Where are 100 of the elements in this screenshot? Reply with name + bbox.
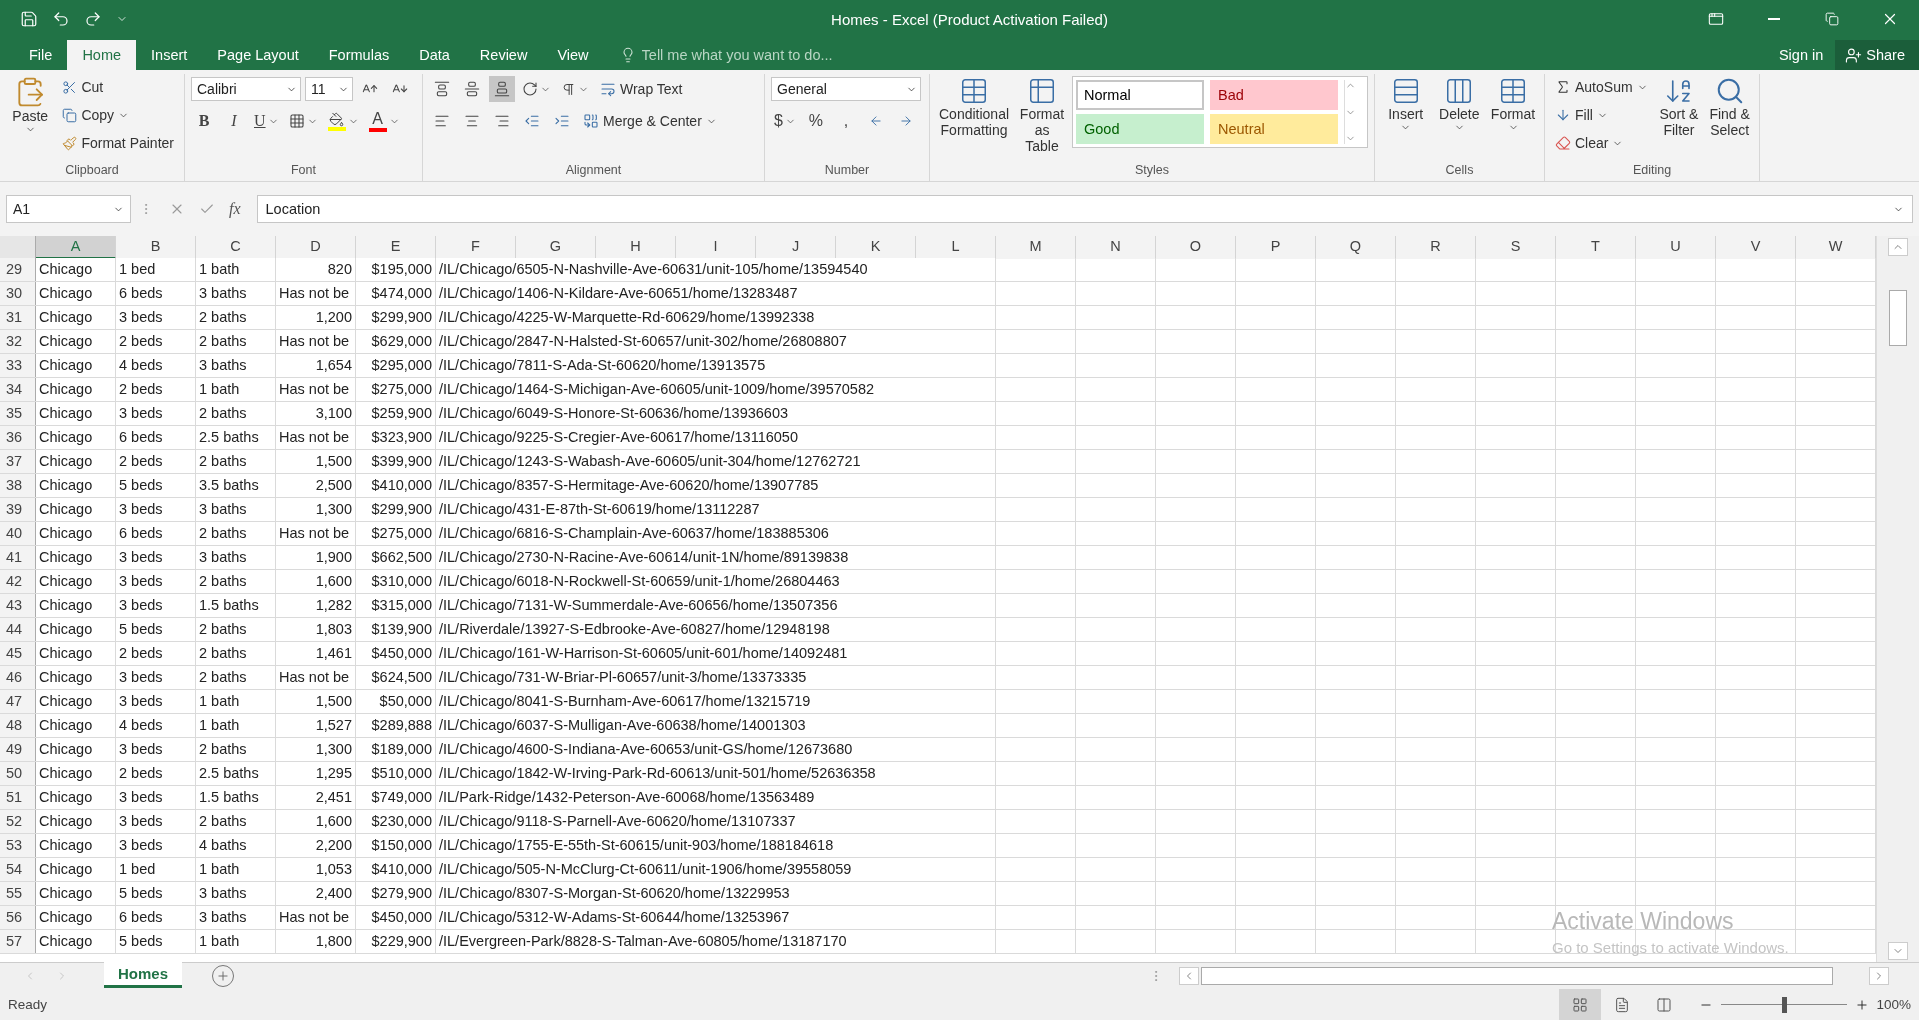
sort-filter-button[interactable]: Sort & Filter	[1655, 74, 1703, 141]
cells-button[interactable]: Format	[1488, 74, 1538, 136]
select-all-button[interactable]	[0, 236, 36, 259]
row-header[interactable]: 34	[0, 378, 36, 401]
comma-button[interactable]: ,	[832, 108, 859, 134]
column-header[interactable]: U	[1636, 236, 1716, 259]
cell-style-option[interactable]: Neutral	[1210, 114, 1338, 144]
cell-style-option[interactable]: Good	[1076, 114, 1204, 144]
row-header[interactable]: 53	[0, 834, 36, 857]
cut-button[interactable]: Cut	[58, 74, 178, 100]
bottom-align-button[interactable]	[489, 76, 515, 102]
scroll-down-button[interactable]	[1888, 942, 1908, 960]
column-header[interactable]: E	[356, 236, 436, 259]
cell-style-option[interactable]: Normal	[1076, 80, 1204, 110]
row-header[interactable]: 39	[0, 498, 36, 521]
cells-button[interactable]: Delete	[1434, 74, 1484, 136]
copy-button[interactable]: Copy	[58, 102, 178, 128]
ribbon-tab[interactable]: Home	[67, 40, 137, 70]
row-header[interactable]: 40	[0, 522, 36, 545]
row-header[interactable]: 43	[0, 594, 36, 617]
row-header[interactable]: 29	[0, 258, 36, 281]
ribbon-tab[interactable]: Review	[464, 40, 543, 70]
wrap-text-button[interactable]: Wrap Text	[596, 76, 687, 102]
ribbon-tab[interactable]: Page Layout	[202, 40, 314, 70]
sign-in-link[interactable]: Sign in	[1766, 40, 1836, 70]
underline-button[interactable]: U	[251, 108, 282, 134]
row-header[interactable]: 36	[0, 426, 36, 449]
currency-button[interactable]: $	[771, 108, 799, 134]
column-header[interactable]: O	[1156, 236, 1236, 259]
column-header[interactable]: R	[1396, 236, 1476, 259]
merge-center-button[interactable]: Merge & Center	[579, 108, 721, 134]
normal-view-button[interactable]	[1559, 989, 1601, 1020]
font-color-button[interactable]: A	[365, 108, 403, 134]
row-header[interactable]: 44	[0, 618, 36, 641]
row-header[interactable]: 32	[0, 330, 36, 353]
clear-button[interactable]: Clear	[1551, 130, 1652, 156]
row-header[interactable]: 55	[0, 882, 36, 905]
row-header[interactable]: 50	[0, 762, 36, 785]
italic-button[interactable]: I	[221, 108, 247, 134]
insert-function-button[interactable]: fx	[229, 200, 241, 218]
paste-button[interactable]: Paste	[6, 74, 55, 138]
column-header[interactable]: F	[436, 236, 516, 259]
zoom-thumb[interactable]	[1782, 996, 1787, 1013]
column-header[interactable]: L	[916, 236, 996, 259]
column-header[interactable]: G	[516, 236, 596, 259]
row-header[interactable]: 52	[0, 810, 36, 833]
row-header[interactable]: 46	[0, 666, 36, 689]
column-header[interactable]: V	[1716, 236, 1796, 259]
column-header[interactable]: B	[116, 236, 196, 259]
scroll-thumb[interactable]	[1889, 290, 1907, 346]
column-header[interactable]: W	[1796, 236, 1876, 259]
format-painter-button[interactable]: Format Painter	[58, 130, 178, 156]
percent-button[interactable]: %	[802, 108, 829, 134]
row-header[interactable]: 56	[0, 906, 36, 929]
scroll-thumb[interactable]	[1201, 967, 1833, 985]
zoom-in-icon[interactable]	[1855, 997, 1869, 1012]
redo-icon[interactable]	[84, 10, 102, 28]
column-header[interactable]: P	[1236, 236, 1316, 259]
sheet-tab[interactable]: Homes	[104, 962, 182, 988]
row-header[interactable]: 51	[0, 786, 36, 809]
find-select-button[interactable]: Find & Select	[1706, 74, 1753, 141]
formula-field[interactable]: Location	[256, 195, 1913, 223]
row-header[interactable]: 33	[0, 354, 36, 377]
row-header[interactable]: 30	[0, 282, 36, 305]
column-header[interactable]: Q	[1316, 236, 1396, 259]
column-header[interactable]: K	[836, 236, 916, 259]
font-size-select[interactable]: 11	[305, 77, 353, 101]
row-header[interactable]: 49	[0, 738, 36, 761]
ribbon-tab[interactable]: Insert	[136, 40, 203, 70]
column-header[interactable]: T	[1556, 236, 1636, 259]
fill-button[interactable]: Fill	[1551, 102, 1652, 128]
row-header[interactable]: 47	[0, 690, 36, 713]
bold-button[interactable]: B	[191, 108, 217, 134]
row-header[interactable]: 48	[0, 714, 36, 737]
row-header[interactable]: 42	[0, 570, 36, 593]
column-header[interactable]: N	[1076, 236, 1156, 259]
row-header[interactable]: 31	[0, 306, 36, 329]
autosum-button[interactable]: AutoSum	[1551, 74, 1652, 100]
row-header[interactable]: 54	[0, 858, 36, 881]
scroll-right-button[interactable]	[1869, 967, 1889, 985]
column-header[interactable]: M	[996, 236, 1076, 259]
format-as-table-button[interactable]: Format as Table	[1016, 74, 1068, 157]
scroll-up-button[interactable]	[1888, 238, 1908, 256]
column-header[interactable]: I	[676, 236, 756, 259]
column-header[interactable]: J	[756, 236, 836, 259]
ribbon-tab[interactable]: File	[14, 40, 68, 70]
row-header[interactable]: 45	[0, 642, 36, 665]
row-header[interactable]: 41	[0, 546, 36, 569]
column-header[interactable]: D	[276, 236, 356, 259]
save-icon[interactable]	[20, 10, 38, 28]
ribbon-tab[interactable]: Formulas	[313, 40, 405, 70]
column-header[interactable]: H	[596, 236, 676, 259]
font-name-select[interactable]: Calibri	[191, 77, 301, 101]
zoom-level[interactable]: 100%	[1869, 997, 1919, 1012]
cell-style-option[interactable]: Bad	[1210, 80, 1338, 110]
row-header[interactable]: 35	[0, 402, 36, 425]
column-header[interactable]: C	[196, 236, 276, 259]
number-format-select[interactable]: General	[771, 77, 921, 101]
row-header[interactable]: 38	[0, 474, 36, 497]
undo-icon[interactable]	[52, 10, 70, 28]
